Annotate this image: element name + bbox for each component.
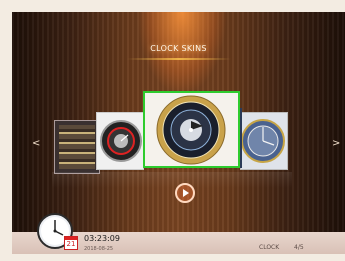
skin-thumbnail-2[interactable] (96, 112, 144, 170)
selected-skin-thumbnail[interactable] (143, 91, 240, 168)
device-frame: CLOCK SKINS < > 21 03:23:09 2018-08-25 C… (0, 0, 345, 261)
calendar-icon: 21 (64, 236, 78, 250)
prev-button[interactable]: < (32, 138, 40, 149)
skin-thumbnail-4[interactable] (240, 112, 288, 170)
current-time: 03:23:09 (84, 234, 120, 243)
skin-preview-4 (241, 113, 287, 169)
selected-clock-face (145, 93, 238, 166)
title-underline (127, 58, 231, 60)
play-icon (183, 189, 189, 197)
carousel-reflection (52, 172, 292, 188)
play-button[interactable] (175, 183, 195, 203)
page-title: CLOCK SKINS (150, 44, 207, 53)
current-date: 2018-08-25 (84, 246, 114, 252)
skin-preview-2 (97, 113, 143, 169)
skin-preview-1 (59, 125, 95, 169)
skin-thumbnail-1[interactable] (54, 120, 100, 174)
skin-browser-screen: CLOCK SKINS < > (12, 12, 345, 237)
mode-label: CLOCK (259, 244, 280, 251)
page-indicator: 4/5 (294, 244, 304, 251)
next-button[interactable]: > (332, 138, 340, 149)
